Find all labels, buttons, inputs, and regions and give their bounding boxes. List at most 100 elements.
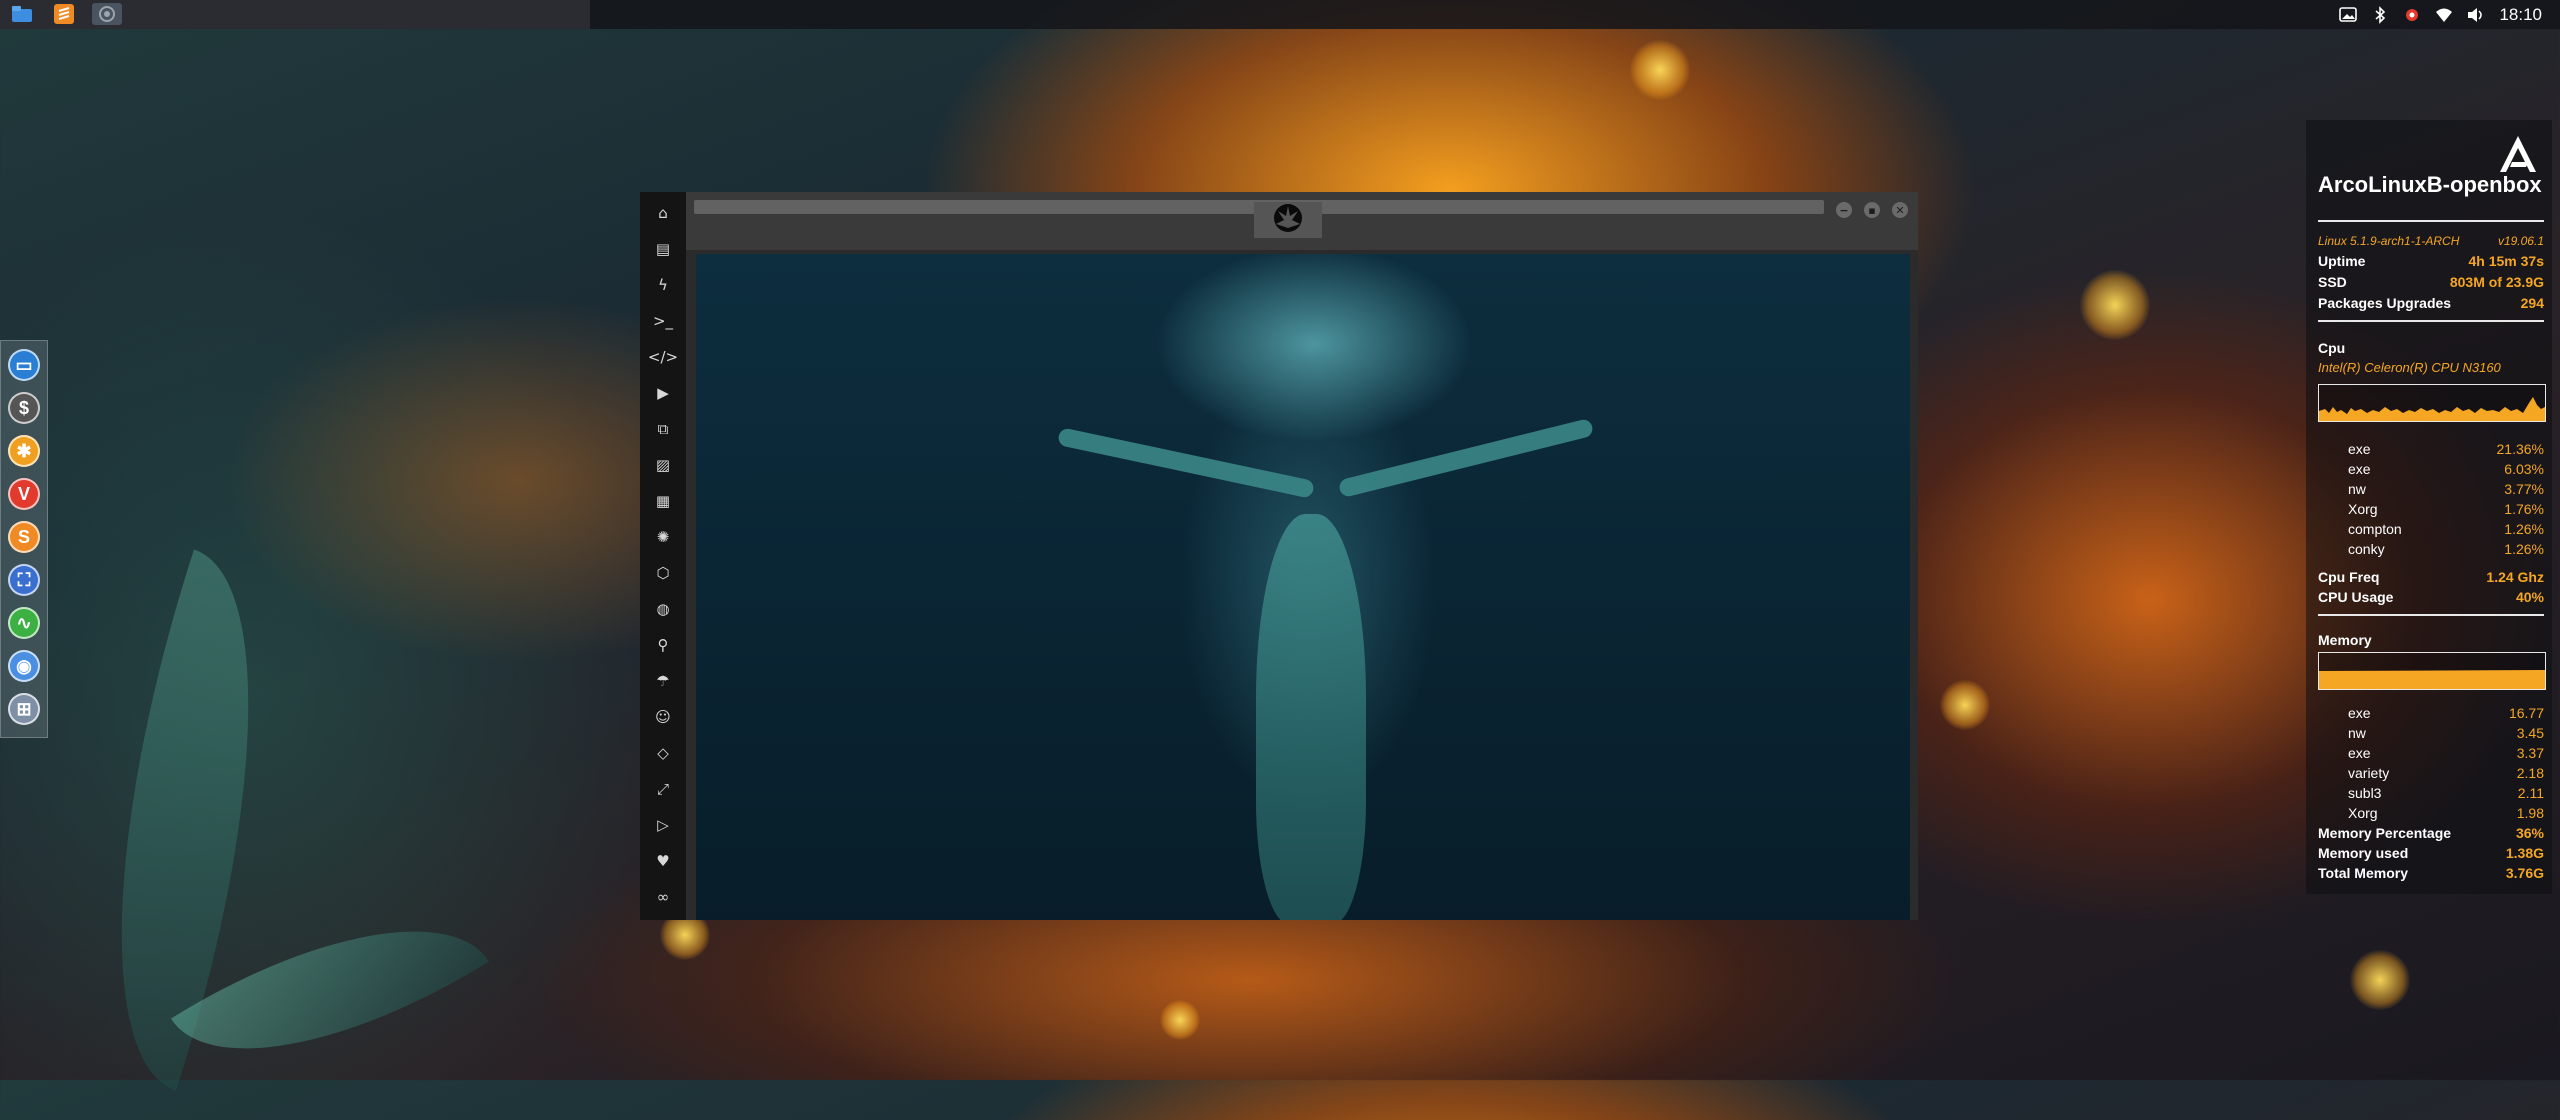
image-icon[interactable]: ▨: [650, 452, 676, 478]
home-icon[interactable]: ⌂: [650, 200, 676, 226]
update-notifier-icon[interactable]: [2403, 6, 2421, 24]
wallpaper-glow: [1160, 1000, 1200, 1040]
arcolinux-logo: [2500, 136, 2536, 172]
ssd-row: SSD 803M of 23.9G: [2318, 273, 2544, 291]
settings-icon[interactable]: [92, 3, 122, 25]
cpu-process-row: conky 1.26%: [2318, 540, 2544, 558]
conky-version: v19.06.1: [2497, 234, 2544, 248]
wallpaper-glow: [2350, 950, 2410, 1010]
content-image: [1256, 514, 1366, 920]
process-value: 1.76%: [2504, 501, 2544, 517]
cpu-freq-row: Cpu Freq 1.24 Ghz: [2318, 568, 2544, 586]
vivaldi-dock-icon[interactable]: V: [8, 478, 40, 510]
web-content[interactable]: [696, 254, 1910, 920]
hostname: ArcoLinuxB-openbox: [2318, 172, 2542, 197]
wifi-icon[interactable]: [2435, 6, 2453, 24]
browser-sidebar: ⌂ ▤ ϟ >_ </> ▶ ⧉ ▨ ▦ ✺ ⬡ ◍ ⚲ ☂ ☺ ◇ ⤢ ▷ ♥ ∞: [640, 192, 686, 920]
file-manager-icon[interactable]: [10, 3, 34, 25]
browser-tab[interactable]: [1254, 202, 1322, 238]
code-diamond-icon[interactable]: ◇: [650, 740, 676, 766]
cpu-process-row: exe 21.36%: [2318, 440, 2544, 458]
cpu-usage-value: 40%: [2515, 589, 2544, 605]
wallpaper-glow: [1630, 40, 1690, 100]
process-name: compton: [2348, 521, 2402, 537]
application-dock: ▭ $ ✱ V S ⛶ ∿ ◉ ⊞: [0, 340, 48, 738]
play-icon[interactable]: ▶: [650, 380, 676, 406]
system-settings-dock-icon[interactable]: ✱: [8, 435, 40, 467]
process-value: 1.98: [2516, 805, 2544, 821]
fullscreen-icon[interactable]: ⤢: [650, 776, 676, 802]
hexagon-icon[interactable]: ⬡: [650, 560, 676, 586]
content-image-arm: [1337, 417, 1595, 499]
process-name: Xorg: [2348, 805, 2378, 821]
process-name: exe: [2348, 441, 2371, 457]
bluetooth-icon[interactable]: [2371, 5, 2389, 24]
memory-process-row: variety 2.18: [2318, 764, 2544, 782]
process-value: 21.36%: [2496, 441, 2544, 457]
cpu-graph: [2318, 384, 2546, 422]
process-name: exe: [2348, 461, 2371, 477]
volume-icon[interactable]: [2467, 6, 2485, 24]
process-value: 3.37: [2516, 745, 2544, 761]
link-icon[interactable]: ∞: [650, 884, 676, 910]
cpu-freq-value: 1.24 Ghz: [2486, 569, 2544, 585]
image-viewer-icon[interactable]: [2339, 6, 2358, 24]
youtube-icon[interactable]: ▷: [650, 812, 676, 838]
memory-process-row: exe 3.37: [2318, 744, 2544, 762]
memory-process-row: subl3 2.11: [2318, 784, 2544, 802]
cpu-model: Intel(R) Celeron(R) CPU N3160: [2318, 360, 2501, 375]
code-icon[interactable]: </>: [648, 344, 678, 370]
memory-section-title: Memory: [2318, 632, 2372, 648]
sublime-dock-icon[interactable]: S: [8, 521, 40, 553]
close-button[interactable]: ✕: [1892, 202, 1908, 218]
cpu-usage-row: CPU Usage 40%: [2318, 588, 2544, 606]
process-value: 1.26%: [2504, 521, 2544, 537]
news-icon[interactable]: ▦: [650, 488, 676, 514]
memory-graph: [2318, 652, 2546, 690]
memory-used-value: 1.38G: [2505, 845, 2544, 861]
cpu-process-row: nw 3.77%: [2318, 480, 2544, 498]
process-value: 16.77: [2508, 705, 2544, 721]
maximize-button[interactable]: ▪: [1864, 202, 1880, 218]
globe-icon[interactable]: ◍: [650, 596, 676, 622]
memory-percentage-label: Memory Percentage: [2318, 825, 2452, 841]
cpu-process-row: Xorg 1.76%: [2318, 500, 2544, 518]
rebel-alliance-icon: [1270, 202, 1306, 238]
lightning-icon[interactable]: ϟ: [650, 272, 676, 298]
ssd-value: 803M of 23.9G: [2449, 274, 2544, 290]
terminal-dock-icon[interactable]: $: [8, 392, 40, 424]
copy-icon[interactable]: ⧉: [650, 416, 676, 442]
document-icon[interactable]: ▤: [650, 236, 676, 262]
total-memory-value: 3.76G: [2505, 865, 2544, 881]
heart-icon[interactable]: ♥: [650, 848, 676, 874]
clock[interactable]: 18:10: [2499, 5, 2542, 25]
browser-window: − ▪ ✕: [686, 192, 1918, 920]
process-name: exe: [2348, 705, 2371, 721]
process-name: nw: [2348, 725, 2366, 741]
sublime-text-icon[interactable]: [52, 3, 76, 25]
screenshot-dock-icon[interactable]: ⛶: [8, 564, 40, 596]
system-monitor-dock-icon[interactable]: ∿: [8, 607, 40, 639]
packages-row: Packages Upgrades 294: [2318, 294, 2544, 312]
cpu-usage-label: CPU Usage: [2318, 589, 2394, 605]
contact-icon[interactable]: ☺: [650, 704, 676, 730]
process-value: 3.45: [2516, 725, 2544, 741]
total-memory-label: Total Memory: [2318, 865, 2408, 881]
packages-label: Packages Upgrades: [2318, 295, 2452, 311]
memory-percentage-value: 36%: [2515, 825, 2544, 841]
chromium-dock-icon[interactable]: ◉: [8, 650, 40, 682]
memory-process-row: exe 16.77: [2318, 704, 2544, 722]
workspace-grid-dock-icon[interactable]: ⊞: [8, 693, 40, 725]
terminal-icon[interactable]: >_: [650, 308, 676, 334]
file-manager-dock-icon[interactable]: ▭: [8, 349, 40, 381]
uptime-value: 4h 15m 37s: [2468, 253, 2545, 269]
umbrella-icon[interactable]: ☂: [650, 668, 676, 694]
divider: [2318, 614, 2544, 616]
process-value: 1.26%: [2504, 541, 2544, 557]
divider: [2318, 220, 2544, 222]
search-icon[interactable]: ⚲: [650, 632, 676, 658]
settings-icon[interactable]: ✺: [650, 524, 676, 550]
taskbar: [0, 0, 590, 29]
minimize-button[interactable]: −: [1836, 202, 1852, 218]
kernel-row: Linux 5.1.9-arch1-1-ARCH v19.06.1: [2318, 232, 2544, 250]
